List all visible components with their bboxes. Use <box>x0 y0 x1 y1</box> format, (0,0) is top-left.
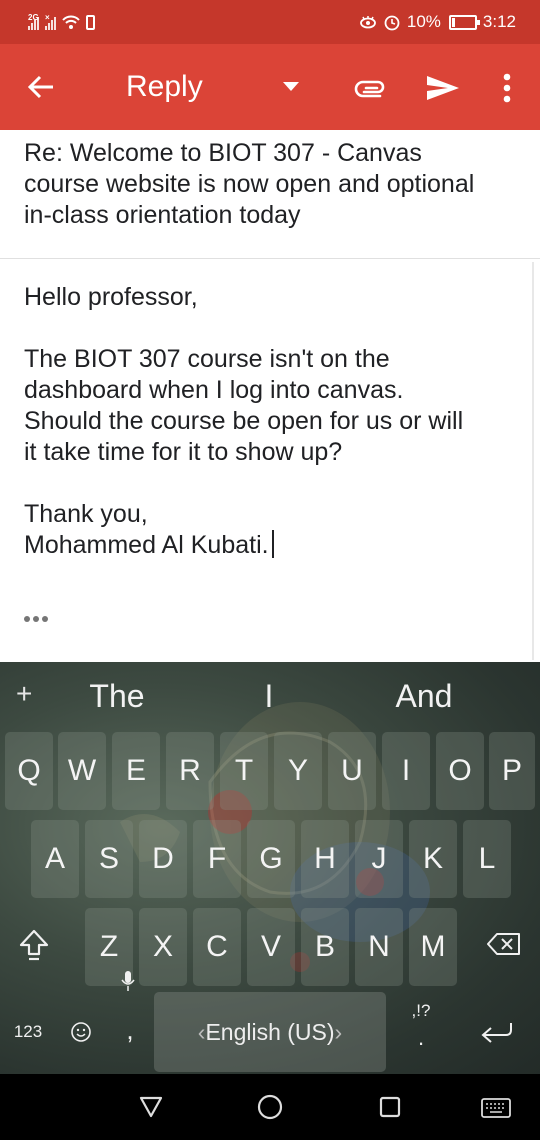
key-p[interactable]: P <box>489 732 535 810</box>
body-line: The BIOT 307 course isn't on the <box>24 345 390 373</box>
period-key[interactable]: . <box>410 1025 432 1050</box>
text-cursor <box>271 530 274 558</box>
key-b[interactable]: B <box>301 908 349 986</box>
key-u[interactable]: U <box>328 732 376 810</box>
enter-icon[interactable] <box>480 1020 514 1044</box>
status-bar: 2G × 10% 3:12 <box>0 0 540 44</box>
subject-line: in-class orientation today <box>24 201 301 229</box>
suggestion-strip: + The I And <box>0 662 540 730</box>
suggestion-item[interactable]: The <box>70 678 164 715</box>
body-line <box>24 313 524 344</box>
nav-home-icon[interactable] <box>257 1094 283 1120</box>
key-o[interactable]: O <box>436 732 484 810</box>
key-m[interactable]: M <box>409 908 457 986</box>
signature-text: Mohammed Al Kubati. <box>24 531 269 559</box>
send-icon[interactable] <box>426 74 460 102</box>
back-arrow-icon[interactable] <box>26 72 56 102</box>
compose-body-field[interactable]: Hello professor, The BIOT 307 course isn… <box>24 282 524 561</box>
key-s[interactable]: S <box>85 820 133 898</box>
space-right-arrow: › <box>334 1018 343 1045</box>
key-d[interactable]: D <box>139 820 187 898</box>
key-y[interactable]: Y <box>274 732 322 810</box>
key-c[interactable]: C <box>193 908 241 986</box>
subject-field[interactable]: Re: Welcome to BIOT 307 - Canvas course … <box>24 138 524 231</box>
shift-icon[interactable] <box>18 928 50 962</box>
key-x[interactable]: X <box>139 908 187 986</box>
space-left-arrow: ‹ <box>197 1018 206 1045</box>
key-t[interactable]: T <box>220 732 268 810</box>
more-vert-icon[interactable] <box>499 72 515 104</box>
nav-recents-icon[interactable] <box>379 1096 401 1118</box>
key-f[interactable]: F <box>193 820 241 898</box>
no-signal-icon: × <box>45 13 56 30</box>
key-v[interactable]: V <box>247 908 295 986</box>
key-a[interactable]: A <box>31 820 79 898</box>
key-l[interactable]: L <box>463 820 511 898</box>
body-line: dashboard when I log into canvas. <box>24 376 404 404</box>
compose-mode-title[interactable]: Reply <box>126 70 203 104</box>
app-toolbar: Reply <box>0 44 540 130</box>
alarm-icon <box>384 15 400 31</box>
scrollbar[interactable] <box>532 262 534 660</box>
subject-line: Re: Welcome to BIOT 307 - Canvas <box>24 139 422 167</box>
key-n[interactable]: N <box>355 908 403 986</box>
body-line: Hello professor, <box>24 283 198 311</box>
subject-divider <box>0 258 540 259</box>
numbers-key[interactable]: 123 <box>6 1018 50 1046</box>
key-h[interactable]: H <box>301 820 349 898</box>
dropdown-caret-icon[interactable] <box>283 82 299 91</box>
eye-comfort-icon <box>359 16 376 29</box>
body-line: it take time for it to show up? <box>24 438 343 466</box>
show-quoted-text-icon[interactable] <box>24 616 48 622</box>
key-j[interactable]: J <box>355 820 403 898</box>
emoji-icon[interactable] <box>70 1021 92 1043</box>
network-type: 2G <box>28 13 39 22</box>
key-e[interactable]: E <box>112 732 160 810</box>
key-g[interactable]: G <box>247 820 295 898</box>
microphone-icon[interactable] <box>121 970 135 992</box>
wifi-icon <box>62 15 80 29</box>
suggestion-item[interactable]: I <box>236 678 302 715</box>
battery-saver-icon <box>86 15 95 30</box>
suggestion-item[interactable]: And <box>374 678 474 715</box>
key-i[interactable]: I <box>382 732 430 810</box>
key-q[interactable]: Q <box>5 732 53 810</box>
soft-keyboard: + The I And Q W E R T Y U I O P A S D F … <box>0 662 540 1074</box>
punctuation-key[interactable]: ,!? <box>404 1000 438 1022</box>
body-line: Thank you, <box>24 500 148 528</box>
battery-percent: 10% <box>406 12 441 31</box>
subject-line: course website is now open and optional <box>24 170 475 198</box>
key-k[interactable]: K <box>409 820 457 898</box>
body-line <box>24 468 524 499</box>
attachment-icon[interactable] <box>354 74 388 100</box>
add-icon[interactable]: + <box>16 678 32 710</box>
navigation-bar <box>0 1074 540 1140</box>
battery-icon <box>448 14 480 30</box>
comma-key[interactable]: , <box>116 1010 144 1050</box>
body-line: Should the course be open for us or will <box>24 407 464 435</box>
backspace-icon[interactable] <box>486 932 522 956</box>
clock: 3:12 <box>482 12 516 31</box>
nav-back-icon[interactable] <box>139 1096 163 1118</box>
space-bar[interactable]: ‹ English (US) › <box>154 992 386 1072</box>
space-language-label: English (US) <box>205 1018 335 1045</box>
signal-icon: 2G <box>28 13 39 30</box>
key-w[interactable]: W <box>58 732 106 810</box>
keyboard-hide-icon[interactable] <box>481 1098 511 1118</box>
body-line-last: Mohammed Al Kubati. <box>24 530 524 561</box>
key-r[interactable]: R <box>166 732 214 810</box>
